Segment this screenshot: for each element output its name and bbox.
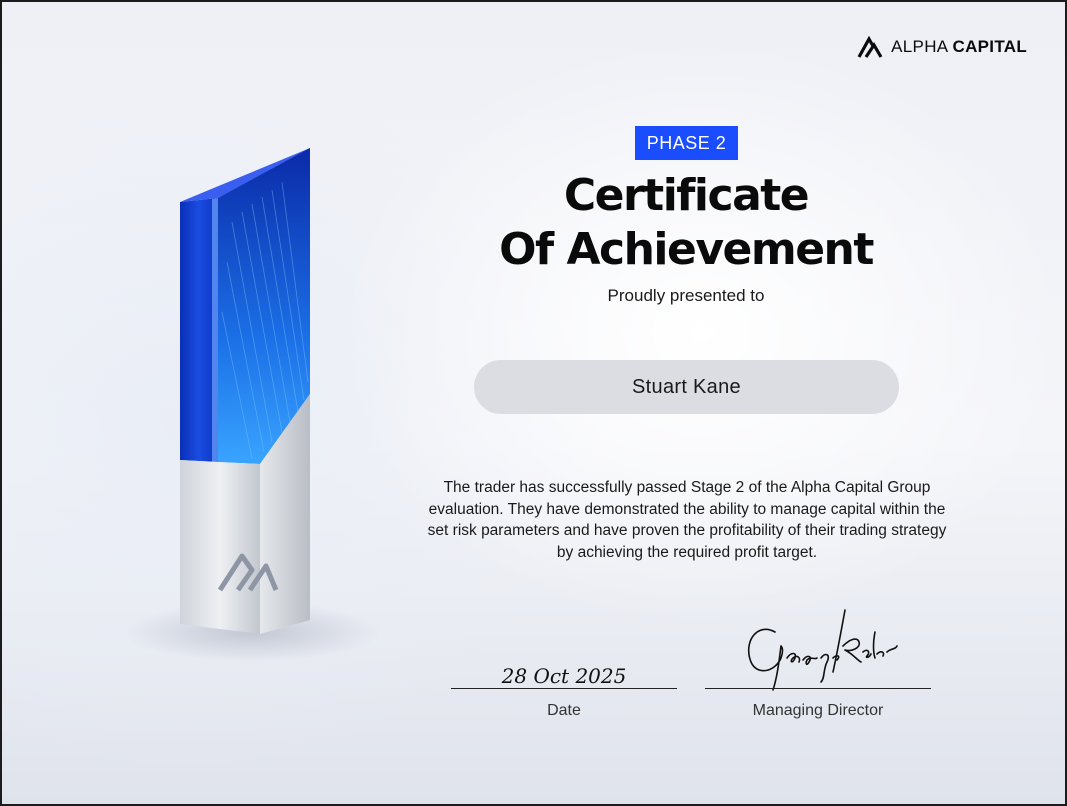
date-value: 28 Oct 2025 — [501, 664, 627, 688]
signature-line — [705, 688, 931, 689]
brand-name-bold: CAPITAL — [952, 37, 1027, 56]
trophy-image — [180, 148, 310, 634]
brand-name-light: ALPHA — [891, 37, 953, 56]
certificate-title-line1: Certificate — [563, 170, 810, 221]
certificate-title-line2: Of Achievement — [499, 224, 874, 275]
certificate: ALPHA CAPITAL PHASE 2 Certificate Of Ach… — [0, 0, 1067, 806]
brand-logo: ALPHA CAPITAL — [857, 34, 1027, 60]
phase-badge: PHASE 2 — [635, 126, 738, 160]
director-label: Managing Director — [752, 702, 884, 719]
director-signature — [747, 609, 898, 691]
presented-to-label: Proudly presented to — [607, 286, 765, 305]
date-label: Date — [547, 702, 581, 719]
recipient-name: Stuart Kane — [474, 360, 899, 414]
alpha-capital-logo-icon — [857, 35, 883, 58]
date-line — [451, 688, 677, 689]
certificate-description: The trader has successfully passed Stage… — [427, 479, 947, 561]
brand-name: ALPHA CAPITAL — [891, 37, 1027, 57]
